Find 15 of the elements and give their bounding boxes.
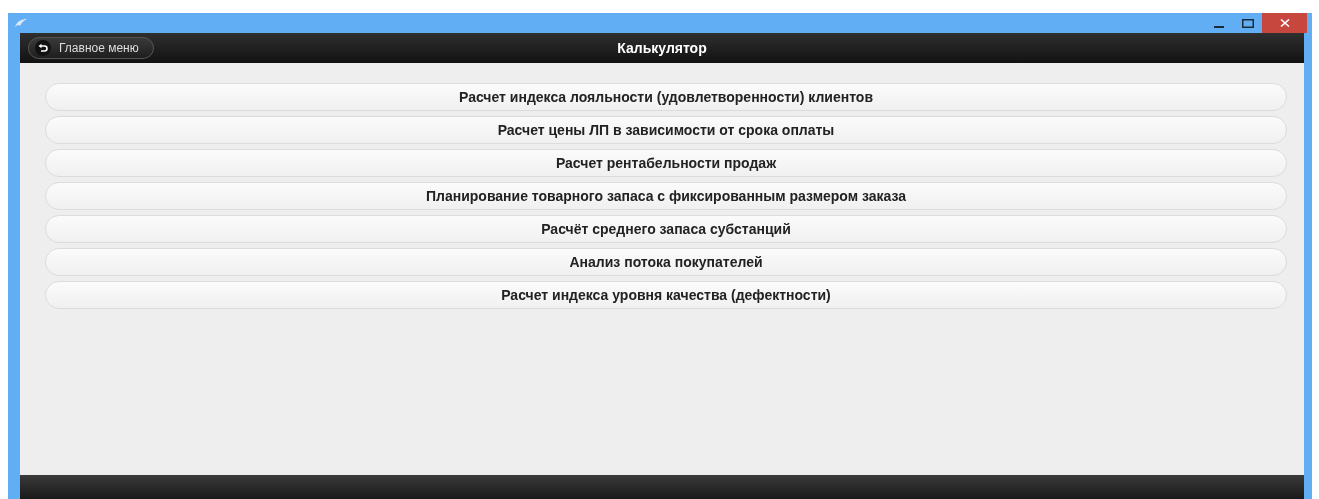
screen-title: Калькулятор [617,40,707,56]
calculator-menu-button[interactable]: Расчет рентабельности продаж [45,149,1287,177]
feather-icon [14,18,28,28]
back-icon [35,40,51,56]
calculator-menu-button[interactable]: Расчёт среднего запаса субстанций [45,215,1287,243]
minimize-icon [1213,25,1224,28]
calculator-menu-button[interactable]: Расчет индекса уровня качества (дефектности) [45,281,1287,309]
calculator-menu-button[interactable]: Анализ потока покупателей [45,248,1287,276]
main-menu-button[interactable]: Главное меню [28,37,154,59]
calculator-menu-button[interactable]: Планирование товарного запаса с фиксированным размером заказа [45,182,1287,210]
calculator-menu-button[interactable]: Расчет индекса лояльности (удовлетворенности) клиентов [45,83,1287,111]
close-icon [1279,19,1290,27]
close-button[interactable] [1262,13,1307,33]
maximize-icon [1241,18,1254,28]
calculator-menu-button[interactable]: Расчет цены ЛП в зависимости от срока оплаты [45,116,1287,144]
